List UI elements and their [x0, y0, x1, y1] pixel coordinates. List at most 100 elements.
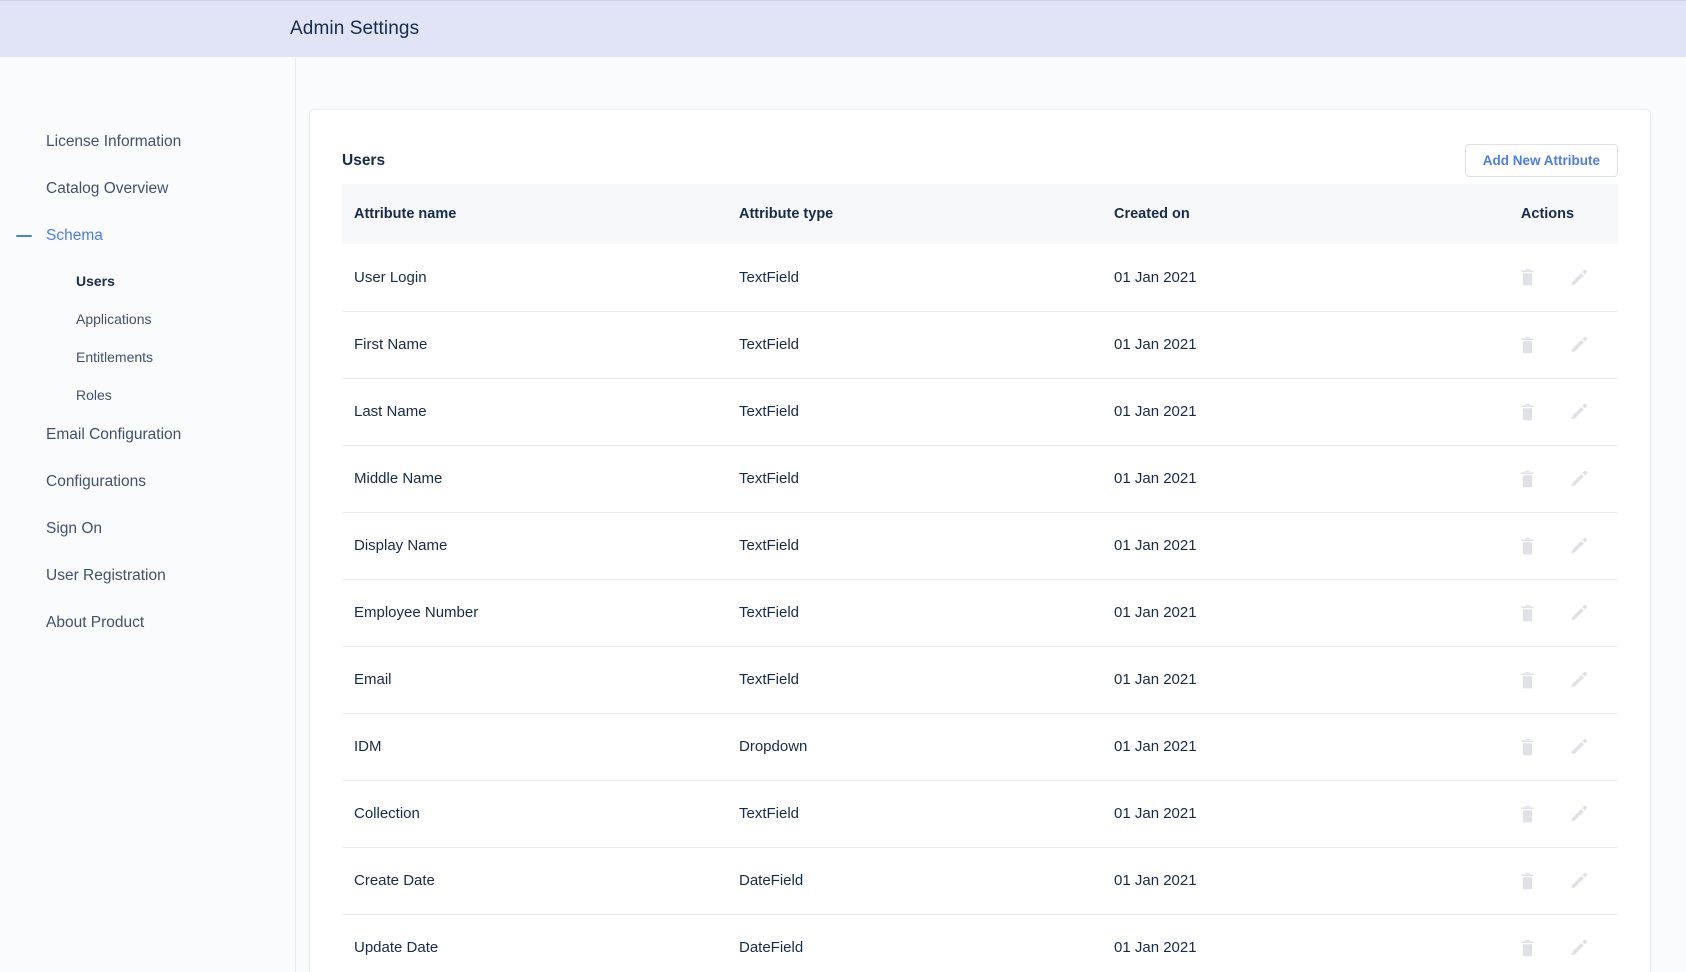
sidebar-item-configurations[interactable]: Configurations	[0, 469, 295, 495]
cell-attribute-name: User Login	[342, 244, 727, 312]
cell-actions	[1477, 847, 1618, 915]
cell-attribute-type: Dropdown	[727, 713, 1102, 781]
sidebar-item-catalog-overview[interactable]: Catalog Overview	[0, 176, 295, 202]
cell-created-on: 01 Jan 2021	[1102, 579, 1477, 647]
trash-icon[interactable]	[1517, 535, 1539, 557]
cell-actions	[1477, 914, 1618, 972]
sidebar-item-label: User Registration	[46, 567, 166, 584]
cell-created-on: 01 Jan 2021	[1102, 780, 1477, 848]
table-row: Create Date DateField 01 Jan 2021	[342, 847, 1618, 915]
trash-icon[interactable]	[1517, 602, 1539, 624]
table-row: First Name TextField 01 Jan 2021	[342, 311, 1618, 379]
trash-icon[interactable]	[1517, 736, 1539, 758]
column-header-attribute-type: Attribute type	[727, 184, 1102, 244]
sidebar-item-license-information[interactable]: License Information	[0, 129, 295, 155]
cell-attribute-type: TextField	[727, 244, 1102, 312]
cell-actions	[1477, 579, 1618, 647]
add-new-attribute-button[interactable]: Add New Attribute	[1464, 143, 1618, 178]
cell-created-on: 01 Jan 2021	[1102, 378, 1477, 446]
cell-attribute-name: Last Name	[342, 378, 727, 446]
sidebar-item-email-configuration[interactable]: Email Configuration	[0, 422, 295, 448]
pencil-icon[interactable]	[1569, 266, 1591, 288]
column-header-actions: Actions	[1477, 184, 1618, 244]
sidebar-item-label: Roles	[76, 387, 112, 403]
pencil-icon[interactable]	[1569, 602, 1591, 624]
sidebar-item-roles[interactable]: Roles	[0, 384, 295, 406]
sidebar-item-user-registration[interactable]: User Registration	[0, 563, 295, 589]
row-actions	[1489, 401, 1618, 423]
table-row: Email TextField 01 Jan 2021	[342, 646, 1618, 714]
trash-icon[interactable]	[1517, 266, 1539, 288]
cell-attribute-type: TextField	[727, 579, 1102, 647]
cell-attribute-type: TextField	[727, 311, 1102, 379]
sidebar-item-entitlements[interactable]: Entitlements	[0, 346, 295, 368]
table-row: Last Name TextField 01 Jan 2021	[342, 378, 1618, 446]
page-body: License Information Catalog Overview Sch…	[0, 57, 1686, 972]
table-row: Display Name TextField 01 Jan 2021	[342, 512, 1618, 580]
table-header: Attribute name Attribute type Created on…	[342, 184, 1618, 244]
trash-icon[interactable]	[1517, 870, 1539, 892]
trash-icon[interactable]	[1517, 401, 1539, 423]
cell-attribute-name: Employee Number	[342, 579, 727, 647]
card-title: Users	[342, 151, 386, 169]
trash-icon[interactable]	[1517, 937, 1539, 959]
sidebar-item-users[interactable]: Users	[0, 270, 295, 292]
column-header-created-on: Created on	[1102, 184, 1477, 244]
table-row: Employee Number TextField 01 Jan 2021	[342, 579, 1618, 647]
table-row: Collection TextField 01 Jan 2021	[342, 780, 1618, 848]
sidebar-item-applications[interactable]: Applications	[0, 308, 295, 330]
sidebar-item-schema[interactable]: Schema	[0, 223, 295, 249]
sidebar-item-label: Catalog Overview	[46, 180, 169, 197]
pencil-icon[interactable]	[1569, 736, 1591, 758]
cell-created-on: 01 Jan 2021	[1102, 512, 1477, 580]
column-header-attribute-name: Attribute name	[342, 184, 727, 244]
row-actions	[1489, 937, 1618, 959]
pencil-icon[interactable]	[1569, 937, 1591, 959]
table-row: Update Date DateField 01 Jan 2021	[342, 914, 1618, 972]
cell-actions	[1477, 713, 1618, 781]
cell-actions	[1477, 646, 1618, 714]
cell-created-on: 01 Jan 2021	[1102, 311, 1477, 379]
cell-attribute-name: Create Date	[342, 847, 727, 915]
top-header-bar: Admin Settings	[0, 0, 1686, 57]
pencil-icon[interactable]	[1569, 334, 1591, 356]
pencil-icon[interactable]	[1569, 669, 1591, 691]
cell-created-on: 01 Jan 2021	[1102, 244, 1477, 312]
cell-attribute-name: Update Date	[342, 914, 727, 972]
row-actions	[1489, 669, 1618, 691]
pencil-icon[interactable]	[1569, 535, 1591, 557]
cell-attribute-type: DateField	[727, 914, 1102, 972]
row-actions	[1489, 870, 1618, 892]
sidebar-item-label: Entitlements	[76, 349, 154, 365]
trash-icon[interactable]	[1517, 468, 1539, 490]
cell-attribute-name: First Name	[342, 311, 727, 379]
row-actions	[1489, 602, 1618, 624]
pencil-icon[interactable]	[1569, 468, 1591, 490]
pencil-icon[interactable]	[1569, 803, 1591, 825]
cell-attribute-name: Collection	[342, 780, 727, 848]
table-body: User Login TextField 01 Jan 2021 First Name…	[342, 244, 1618, 972]
cell-attribute-type: TextField	[727, 780, 1102, 848]
pencil-icon[interactable]	[1569, 870, 1591, 892]
pencil-icon[interactable]	[1569, 401, 1591, 423]
attributes-table-wrapper: Attribute name Attribute type Created on…	[310, 184, 1650, 972]
cell-attribute-name: Display Name	[342, 512, 727, 580]
row-actions	[1489, 535, 1618, 557]
sidebar-item-sign-on[interactable]: Sign On	[0, 516, 295, 542]
sidebar-item-label: Applications	[76, 311, 152, 327]
cell-actions	[1477, 244, 1618, 312]
trash-icon[interactable]	[1517, 334, 1539, 356]
minus-collapse-icon	[16, 235, 32, 237]
cell-created-on: 01 Jan 2021	[1102, 646, 1477, 714]
cell-created-on: 01 Jan 2021	[1102, 713, 1477, 781]
sidebar-navigation: License Information Catalog Overview Sch…	[0, 57, 296, 972]
trash-icon[interactable]	[1517, 803, 1539, 825]
admin-settings-page: Admin Settings License Information Catal…	[0, 0, 1686, 972]
sidebar-item-about-product[interactable]: About Product	[0, 610, 295, 636]
cell-actions	[1477, 311, 1618, 379]
cell-actions	[1477, 445, 1618, 513]
trash-icon[interactable]	[1517, 669, 1539, 691]
row-actions	[1489, 803, 1618, 825]
sidebar-item-label: Sign On	[46, 520, 103, 537]
table-header-row: Attribute name Attribute type Created on…	[342, 184, 1618, 244]
